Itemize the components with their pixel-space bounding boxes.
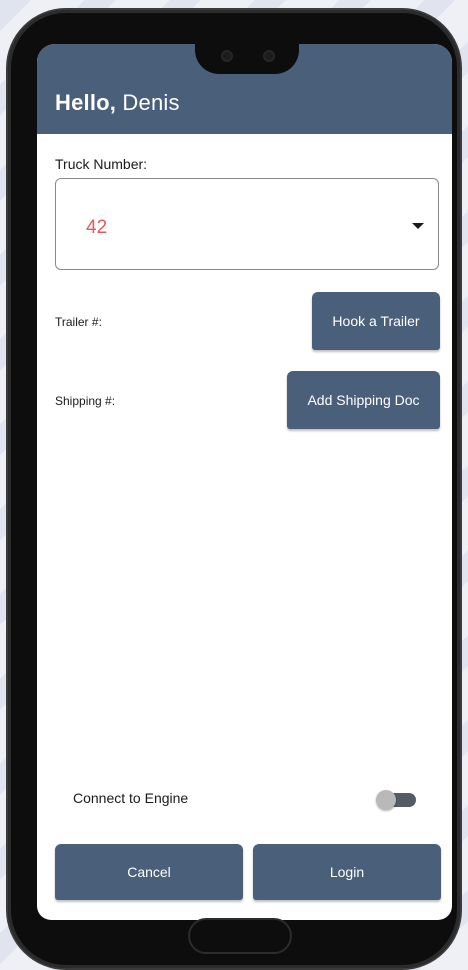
connect-engine-toggle[interactable]: [376, 790, 418, 810]
hook-trailer-button[interactable]: Hook a Trailer: [312, 292, 440, 350]
truck-number-label: Truck Number:: [55, 156, 148, 172]
dropdown-arrow-icon: [412, 223, 424, 229]
trailer-label: Trailer #:: [55, 315, 102, 329]
home-button[interactable]: [188, 918, 292, 954]
sensor-icon: [221, 50, 233, 62]
greeting-title: Hello, Denis: [55, 90, 180, 116]
truck-number-value: 42: [86, 217, 108, 238]
shipping-label: Shipping #:: [55, 394, 116, 408]
toggle-thumb: [376, 790, 396, 810]
camera-notch: [195, 44, 299, 74]
camera-icon: [263, 50, 275, 62]
cancel-button[interactable]: Cancel: [55, 844, 243, 900]
login-button[interactable]: Login: [253, 844, 441, 900]
user-name: Denis: [122, 90, 180, 115]
add-shipping-doc-button[interactable]: Add Shipping Doc: [287, 371, 440, 429]
app-screen: Hello, Denis Truck Number: 42 Trailer #:…: [37, 44, 452, 920]
greeting-text: Hello,: [55, 90, 117, 115]
truck-number-select[interactable]: 42: [55, 178, 439, 270]
phone-frame: Hello, Denis Truck Number: 42 Trailer #:…: [8, 10, 460, 968]
connect-engine-label: Connect to Engine: [73, 790, 189, 806]
